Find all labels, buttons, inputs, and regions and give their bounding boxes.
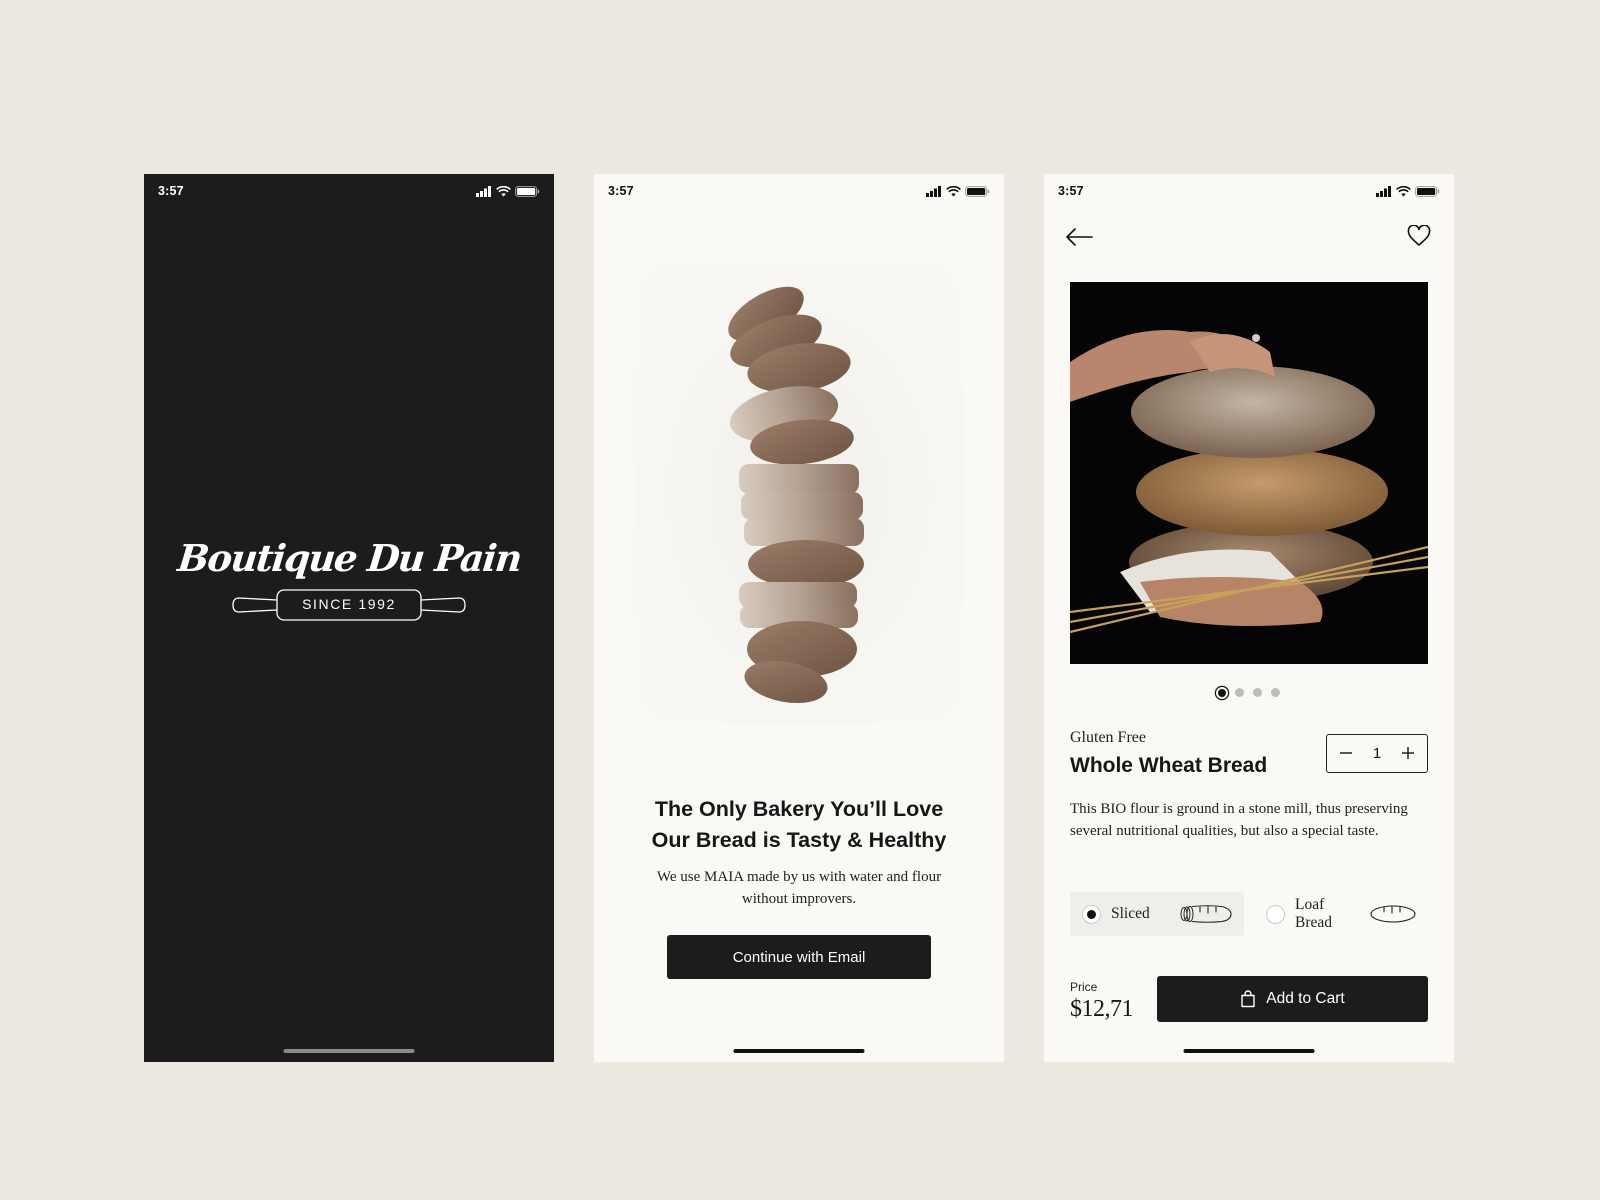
quantity-value: 1 [1372, 745, 1382, 762]
pager-dot[interactable] [1253, 688, 1262, 697]
brand-logo: Boutique Du Pain SINCE 1992 [144, 536, 554, 622]
battery-icon [965, 185, 990, 197]
increase-quantity-button[interactable] [1399, 744, 1417, 764]
since-label: SINCE 1992 [302, 596, 396, 612]
arrow-left-icon [1066, 228, 1093, 246]
cellular-signal-icon [926, 185, 941, 197]
sliced-bread-illustration [728, 286, 864, 704]
radio-sliced[interactable] [1082, 904, 1101, 924]
option-label: Sliced [1111, 905, 1150, 922]
product-image[interactable] [1070, 282, 1428, 664]
product-detail-screen: 3:57 Gluten Free Whole Wheat Bread 1 Thi… [1044, 174, 1454, 1062]
status-time: 3:57 [608, 184, 634, 198]
battery-icon [515, 185, 540, 197]
product-description: This BIO flour is ground in a stone mill… [1070, 801, 1408, 839]
quantity-stepper: 1 [1326, 734, 1428, 773]
price-value: $12,71 [1070, 996, 1134, 1022]
heart-icon [1407, 225, 1431, 246]
wifi-icon [496, 185, 511, 196]
brand-name: Boutique Du Pain [175, 536, 523, 580]
minus-icon [1340, 751, 1352, 754]
decrease-quantity-button[interactable] [1337, 744, 1355, 764]
loaf-bread-icon [1370, 905, 1416, 923]
home-indicator[interactable] [1183, 1049, 1315, 1053]
sliced-bread-image [634, 264, 964, 724]
cellular-signal-icon [1376, 185, 1391, 197]
status-time: 3:57 [1058, 184, 1084, 198]
status-time: 3:57 [158, 184, 184, 198]
battery-icon [1415, 185, 1440, 197]
status-bar: 3:57 [144, 174, 554, 208]
plus-icon [1402, 746, 1414, 759]
option-loaf-bread[interactable]: Loaf Bread [1254, 892, 1428, 936]
add-to-cart-button[interactable]: Add to Cart [1157, 976, 1428, 1022]
product-subtitle: Gluten Free [1070, 729, 1146, 746]
sliced-bread-icon [1180, 905, 1232, 923]
back-button[interactable] [1064, 224, 1094, 250]
option-sliced[interactable]: Sliced [1070, 892, 1244, 936]
onboarding-title: The Only Bakery You’ll Love Our Bread is… [651, 797, 947, 852]
wifi-icon [1396, 185, 1411, 196]
status-bar: 3:57 [1044, 174, 1454, 208]
onboarding-subtitle: We use MAIA made by us with water and fl… [656, 869, 942, 907]
bread-type-options: Sliced Loaf Bread [1070, 892, 1428, 936]
bread-stack-illustration [1070, 330, 1428, 634]
shopping-bag-icon [1241, 990, 1255, 1008]
rolling-pin-badge: SINCE 1992 [231, 588, 467, 622]
home-indicator[interactable] [733, 1049, 865, 1053]
onboarding-screen: 3:57 The Only Bakery You’ll Love Our Bre… [594, 174, 1004, 1062]
product-name: Whole Wheat Bread [1070, 754, 1268, 777]
favorite-button[interactable] [1404, 222, 1434, 250]
pager-dot[interactable] [1271, 688, 1280, 697]
radio-loaf-bread[interactable] [1266, 904, 1285, 924]
wifi-icon [946, 185, 961, 196]
option-label: Loaf Bread [1295, 896, 1333, 931]
price-label: Price [1070, 980, 1098, 994]
add-to-cart-label: Add to Cart [1266, 990, 1345, 1007]
image-pager [1044, 688, 1454, 697]
cellular-signal-icon [476, 185, 491, 197]
continue-with-email-button[interactable]: Continue with Email [667, 935, 931, 979]
pager-dot[interactable] [1235, 688, 1244, 697]
home-indicator[interactable] [283, 1049, 415, 1053]
pager-dot[interactable] [1218, 688, 1226, 697]
splash-screen: 3:57 Boutique Du Pain SINCE 1992 [144, 174, 554, 1062]
status-bar: 3:57 [594, 174, 1004, 208]
